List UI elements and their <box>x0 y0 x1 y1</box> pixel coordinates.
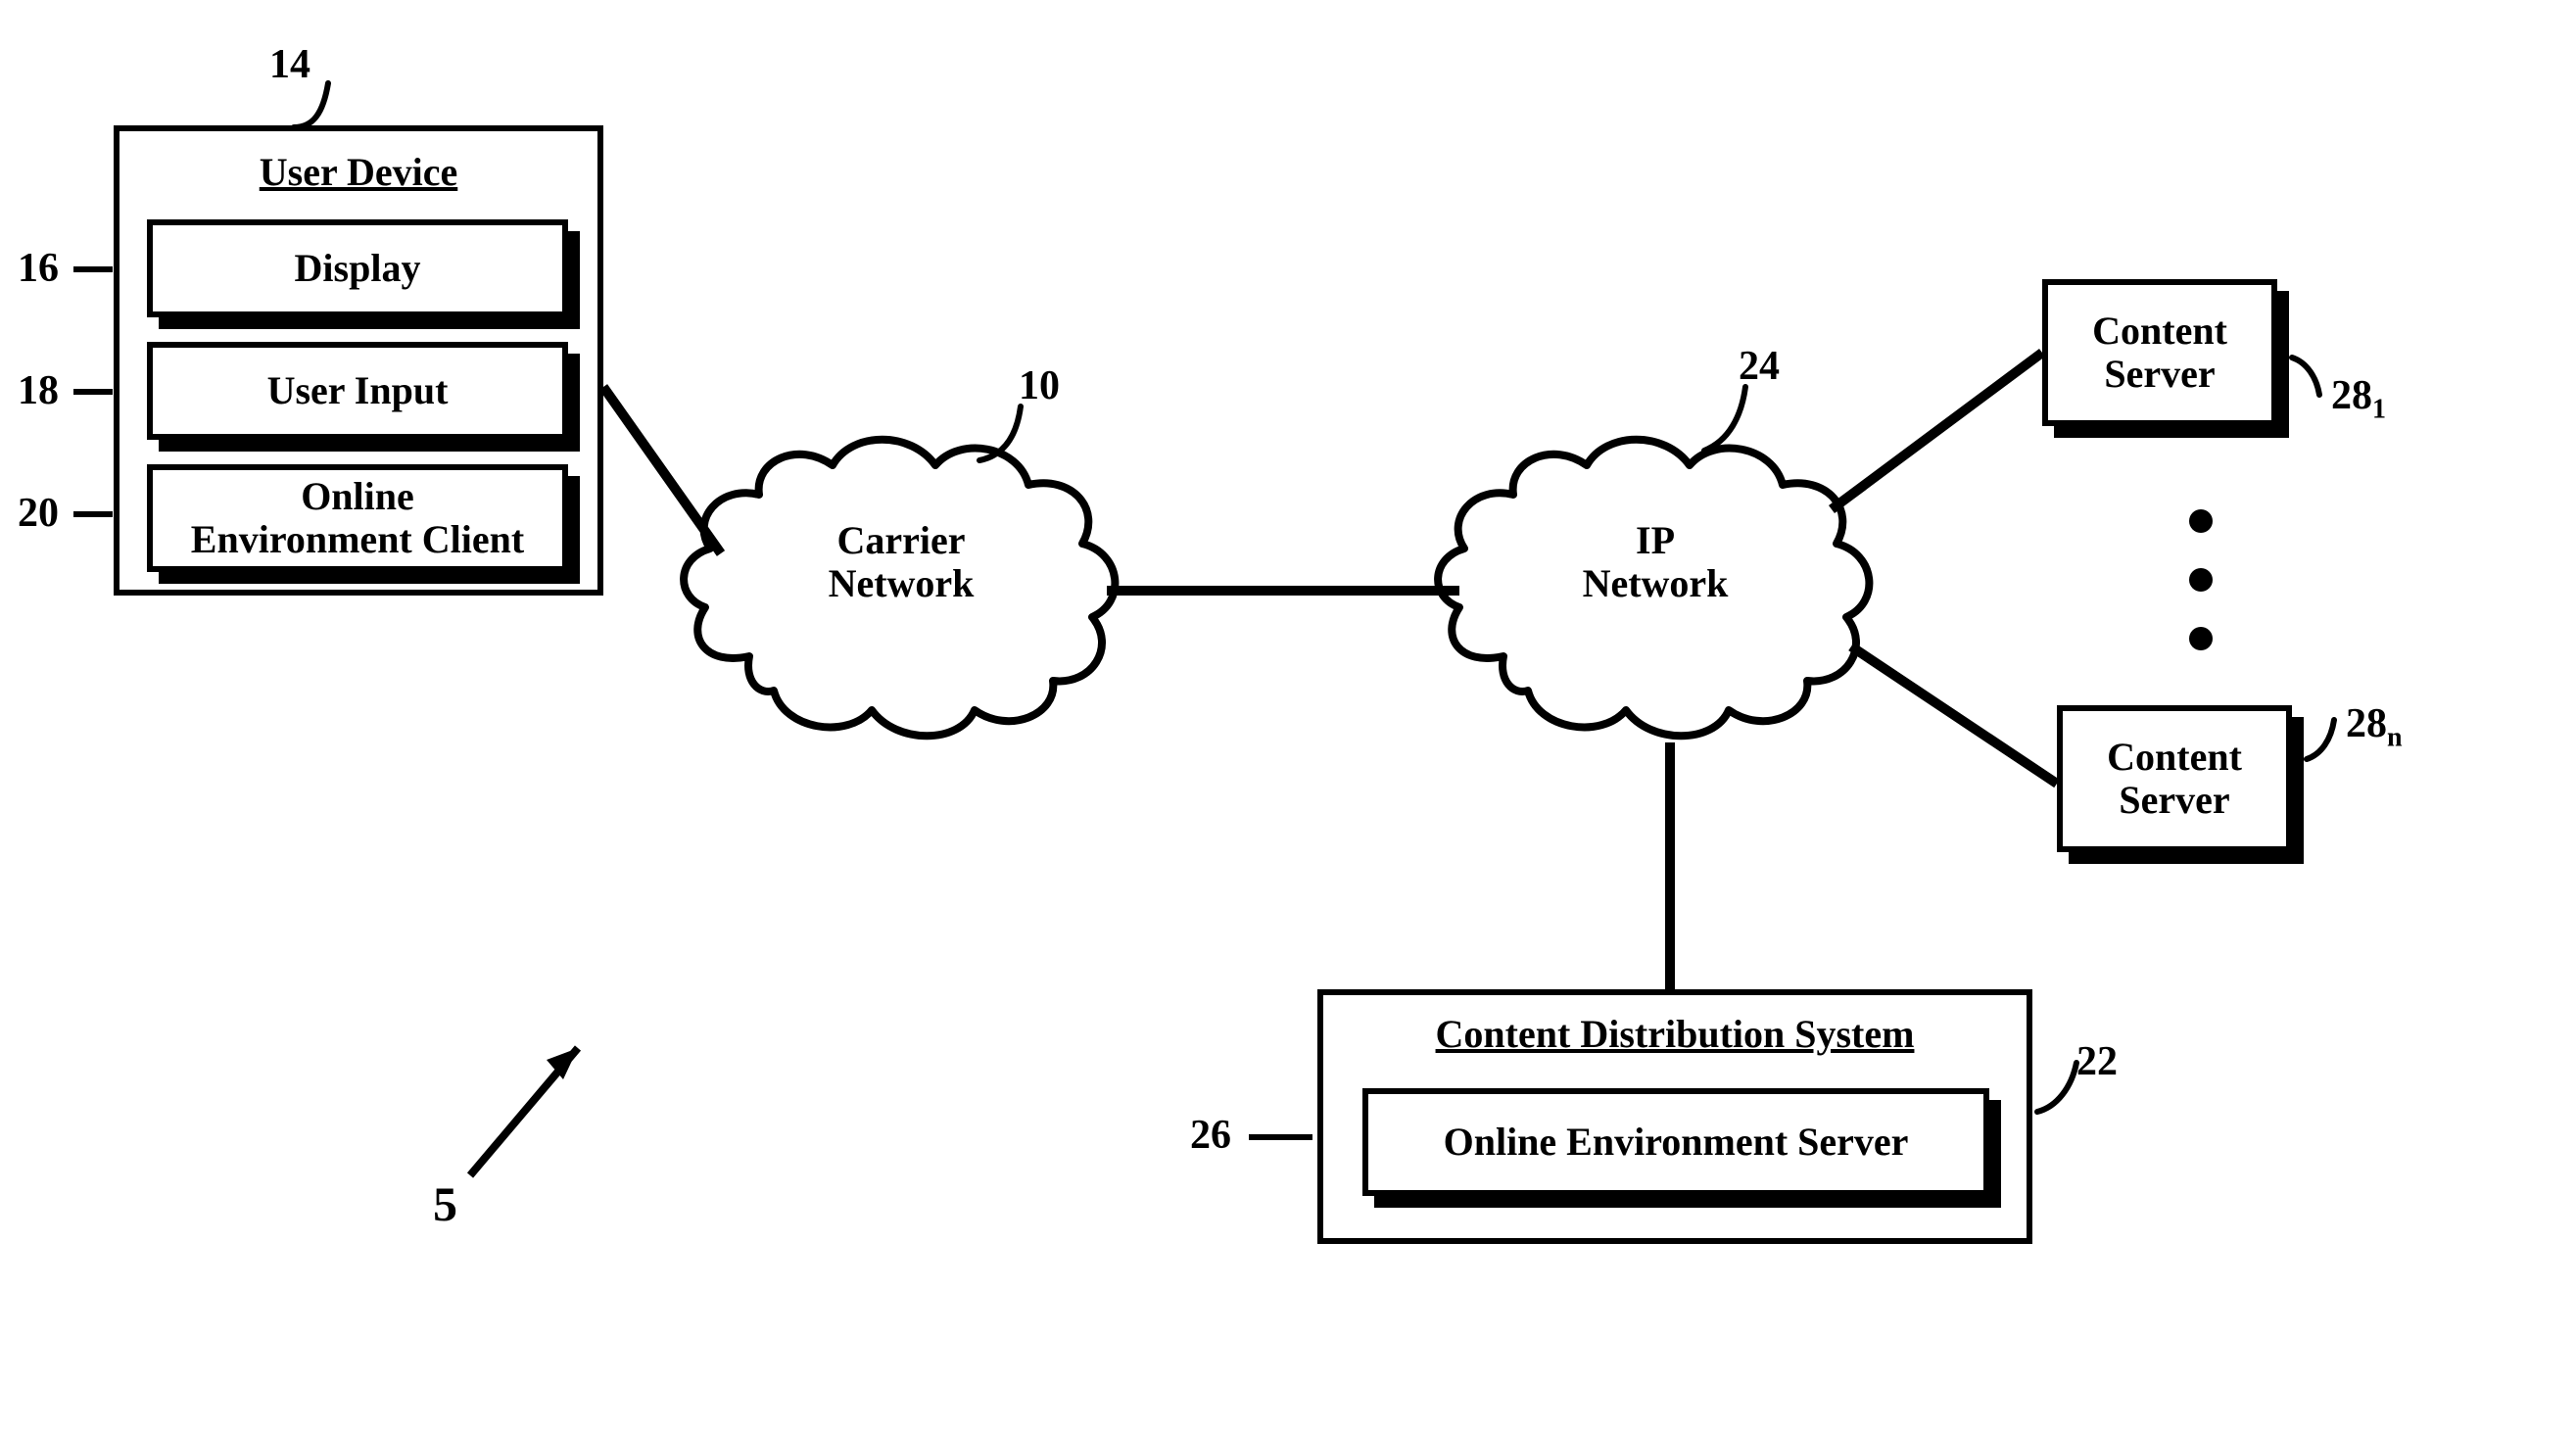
line-userdevice-carrier <box>603 387 740 563</box>
arrow-fig-5 <box>470 1038 597 1180</box>
online-env-server-label: Online Environment Server <box>1444 1121 1909 1164</box>
content-server-n-box: Content Server <box>2057 705 2292 852</box>
ellipsis-dot-2 <box>2189 568 2213 592</box>
ref-10: 10 <box>1019 362 1060 409</box>
tick-16 <box>73 266 113 272</box>
tick-26 <box>1249 1134 1312 1140</box>
line-ip-cs1 <box>1832 353 2067 519</box>
ref-22: 22 <box>2076 1038 2118 1085</box>
ref-26: 26 <box>1190 1112 1231 1159</box>
line-ip-cds <box>1665 742 1675 989</box>
content-distribution-system-box: Content Distribution System Online Envir… <box>1317 989 2032 1244</box>
content-server-1-box: Content Server <box>2042 279 2277 426</box>
line-ip-csn <box>1851 646 2076 803</box>
display-box: Display <box>147 219 568 317</box>
user-device-box: User Device Display User Input Online En… <box>114 125 603 596</box>
user-device-title: User Device <box>119 149 597 195</box>
online-env-client-box: Online Environment Client <box>147 464 568 572</box>
user-input-label: User Input <box>267 369 449 412</box>
ref-14: 14 <box>269 41 310 88</box>
ref-16: 16 <box>18 245 59 292</box>
ref-18: 18 <box>18 367 59 414</box>
content-server-1-label: Content Server <box>2092 310 2227 396</box>
content-server-n-label: Content Server <box>2107 736 2242 822</box>
ref-28-n: 28n <box>2346 700 2403 753</box>
ellipsis-dot-1 <box>2189 509 2213 533</box>
display-label: Display <box>295 247 421 290</box>
lead-14 <box>294 83 362 132</box>
ref-28-1: 281 <box>2331 372 2386 425</box>
ref-24: 24 <box>1739 343 1780 390</box>
line-carrier-ip <box>1107 586 1459 596</box>
ref-fig-5: 5 <box>433 1175 457 1232</box>
ellipsis-dot-3 <box>2189 627 2213 650</box>
ip-network-label: IP Network <box>1567 519 1743 605</box>
cds-title: Content Distribution System <box>1323 1011 2027 1057</box>
user-input-box: User Input <box>147 342 568 440</box>
online-env-client-label: Online Environment Client <box>191 475 524 561</box>
lead-10 <box>979 406 1038 465</box>
lead-24 <box>1704 387 1763 455</box>
diagram-canvas: User Device Display User Input Online En… <box>0 0 2576 1433</box>
carrier-network-label: Carrier Network <box>803 519 999 605</box>
tick-18 <box>73 389 113 395</box>
ref-20: 20 <box>18 490 59 537</box>
online-env-server-box: Online Environment Server <box>1362 1088 1989 1196</box>
tick-20 <box>73 511 113 517</box>
